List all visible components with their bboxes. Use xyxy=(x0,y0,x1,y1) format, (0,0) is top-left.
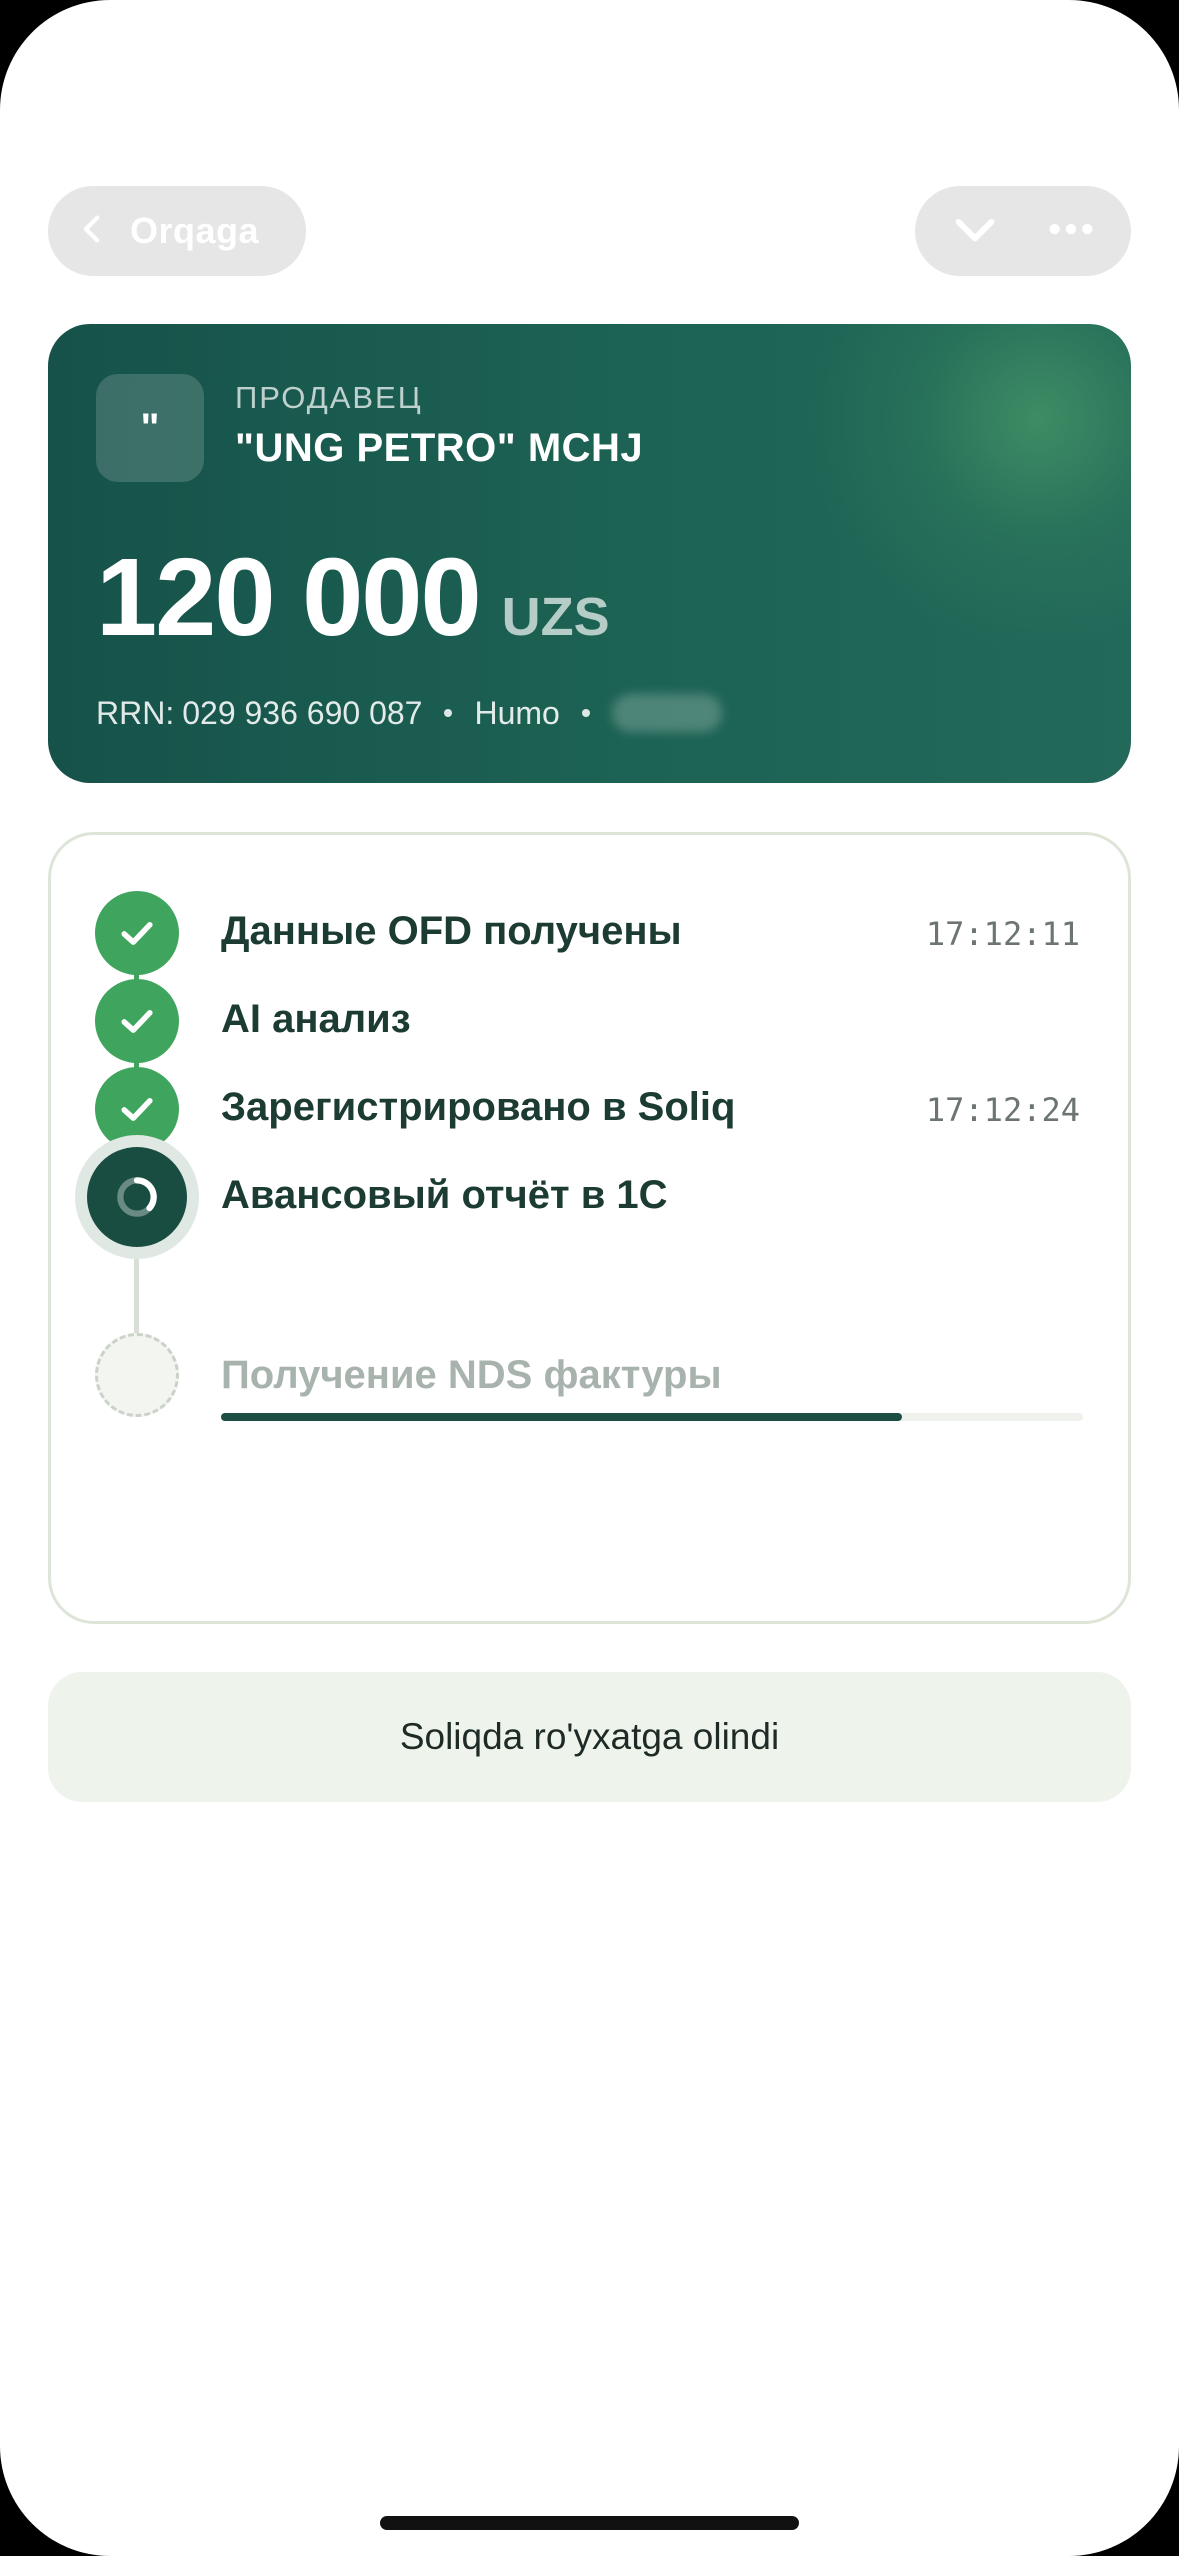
chevron-down-icon xyxy=(947,201,1003,262)
step-done-indicator xyxy=(95,1067,179,1151)
screen: Orqaga " ПРОДАВЕЦ "UNG PETRO" MCHJ 120 0… xyxy=(0,0,1179,2556)
processing-timeline: Данные OFD получены 17:12:11 AI анализ З… xyxy=(48,832,1131,1624)
step-done-indicator xyxy=(95,979,179,1063)
seller-caption: ПРОДАВЕЦ xyxy=(235,380,423,415)
step-time: 17:12:24 xyxy=(925,1091,1080,1129)
step-pending-indicator xyxy=(95,1333,179,1417)
step-loading-indicator xyxy=(87,1147,187,1247)
timeline-connector xyxy=(134,1247,139,1335)
check-icon xyxy=(121,922,153,945)
seller-name: "UNG PETRO" MCHJ xyxy=(235,426,644,470)
step-progress-bar xyxy=(221,1413,1083,1421)
merchant-avatar: " xyxy=(96,374,204,482)
step-title: AI анализ xyxy=(221,997,411,1041)
transaction-meta: RRN: 029 936 690 087 Humo xyxy=(96,694,722,732)
nav-actions xyxy=(915,186,1131,276)
more-horizontal-icon xyxy=(1043,201,1099,262)
step-done-indicator xyxy=(95,891,179,975)
amount-row: 120 000 UZS xyxy=(96,534,610,661)
back-button-label: Orqaga xyxy=(130,210,260,251)
separator-dot xyxy=(444,709,453,717)
rrn-label: RRN: 029 936 690 087 xyxy=(96,694,423,731)
step-time: 17:12:11 xyxy=(925,915,1080,953)
transaction-amount: 120 000 xyxy=(96,536,482,659)
status-banner: Soliqda ro'yxatga olindi xyxy=(48,1672,1131,1802)
rrn-value: 029 936 690 087 xyxy=(182,694,423,731)
transaction-card: " ПРОДАВЕЦ "UNG PETRO" MCHJ 120 000 UZS … xyxy=(48,324,1131,783)
card-type: Humo xyxy=(474,694,560,731)
separator-dot xyxy=(581,709,590,717)
collapse-button[interactable] xyxy=(943,199,1007,263)
back-button[interactable]: Orqaga xyxy=(48,186,306,276)
spinner-icon xyxy=(117,1177,157,1217)
step-title: Получение NDS фактуры xyxy=(221,1353,722,1397)
step-progress-fill xyxy=(221,1413,902,1421)
check-icon xyxy=(121,1010,153,1033)
masked-card-number xyxy=(611,694,722,732)
step-title: Авансовый отчёт в 1С xyxy=(221,1173,668,1217)
step-title: Данные OFD получены xyxy=(221,909,682,953)
check-icon xyxy=(121,1098,153,1121)
status-message: Soliqda ro'yxatga olindi xyxy=(399,1716,780,1757)
currency-code: UZS xyxy=(501,587,610,647)
more-button[interactable] xyxy=(1039,199,1103,263)
step-title: Зарегистрировано в Soliq xyxy=(221,1085,736,1129)
chevron-left-icon xyxy=(76,212,110,251)
home-indicator[interactable] xyxy=(380,2516,799,2530)
